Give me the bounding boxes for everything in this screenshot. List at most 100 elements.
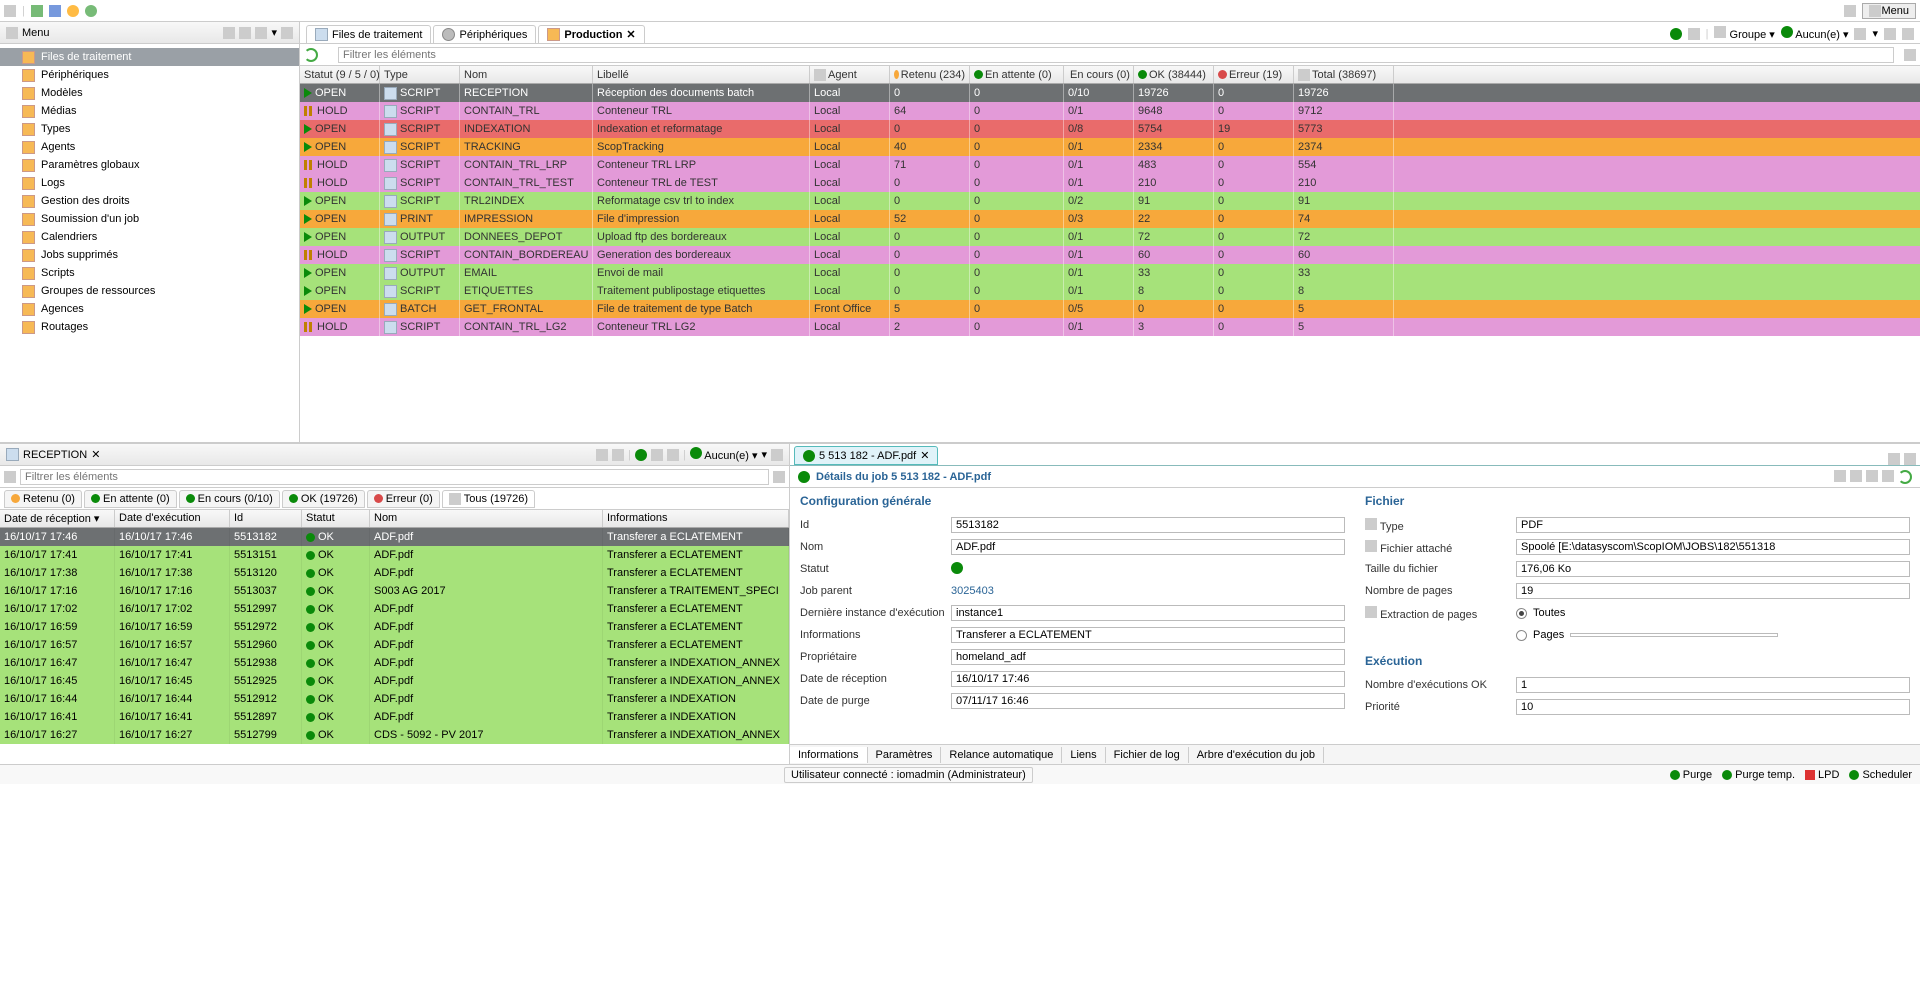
menu-icon[interactable]: ▾ <box>1872 27 1878 40</box>
close-icon[interactable]: ✕ <box>920 449 929 462</box>
expand-icon[interactable] <box>239 27 251 39</box>
detail-tab-4[interactable]: Fichier de log <box>1106 747 1189 763</box>
job-row[interactable]: 16/10/17 16:4416/10/17 16:445512912OKADF… <box>0 690 789 708</box>
tool-icon[interactable] <box>596 449 608 461</box>
radio-pages[interactable] <box>1516 630 1527 641</box>
aucun-dropdown[interactable]: Aucun(e) ▾ <box>690 447 758 462</box>
nav-item[interactable]: Agents <box>0 138 299 156</box>
job-row[interactable]: 16/10/17 16:4116/10/17 16:415512897OKADF… <box>0 708 789 726</box>
col-date-recep[interactable]: Date de réception ▾ <box>0 510 115 527</box>
col-date-exec[interactable]: Date d'exécution <box>115 510 230 527</box>
nav-item[interactable]: Calendriers <box>0 228 299 246</box>
tab-attente[interactable]: En attente (0) <box>84 490 177 508</box>
nav-item[interactable]: Agences <box>0 300 299 318</box>
tool-icon-2[interactable] <box>49 5 61 17</box>
grid-row[interactable]: OPENOUTPUTDONNEES_DEPOTUpload ftp des bo… <box>300 228 1920 246</box>
search-icon[interactable] <box>4 471 16 483</box>
link-icon[interactable] <box>255 27 267 39</box>
edit-icon[interactable] <box>1904 49 1916 61</box>
tab-ok[interactable]: OK (19726) <box>282 490 365 508</box>
collapse-icon[interactable] <box>223 27 235 39</box>
col-type[interactable]: Type <box>380 66 460 83</box>
close-icon[interactable]: ✕ <box>91 448 100 461</box>
job-row[interactable]: 16/10/17 17:0216/10/17 17:025512997OKADF… <box>0 600 789 618</box>
parent-link[interactable]: 3025403 <box>951 585 994 597</box>
detail-tab-1[interactable]: Paramètres <box>868 747 942 763</box>
layout-icon[interactable] <box>1844 5 1856 17</box>
nav-item[interactable]: Paramètres globaux <box>0 156 299 174</box>
col-nom[interactable]: Nom <box>460 66 593 83</box>
tool-icon[interactable] <box>1882 470 1894 482</box>
tool-icon[interactable] <box>1854 28 1866 40</box>
nav-item[interactable]: Modèles <box>0 84 299 102</box>
job-row[interactable]: 16/10/17 17:4116/10/17 17:415513151OKADF… <box>0 546 789 564</box>
tool-icon-1[interactable] <box>31 5 43 17</box>
nav-item[interactable]: Scripts <box>0 264 299 282</box>
col-total[interactable]: Total (38697) <box>1294 66 1394 83</box>
detail-tab[interactable]: 5 513 182 - ADF.pdf ✕ <box>794 446 938 465</box>
col-nom[interactable]: Nom <box>370 510 603 527</box>
detail-tab-3[interactable]: Liens <box>1062 747 1105 763</box>
tool-icon[interactable] <box>1866 470 1878 482</box>
grid-row[interactable]: OPENSCRIPTRECEPTIONRéception des documen… <box>300 84 1920 102</box>
col-retenu[interactable]: Retenu (234) <box>890 66 970 83</box>
grid-row[interactable]: HOLDSCRIPTCONTAIN_BORDEREAUGeneration de… <box>300 246 1920 264</box>
nav-item[interactable]: Gestion des droits <box>0 192 299 210</box>
nav-item[interactable]: Périphériques <box>0 66 299 84</box>
tool-icon[interactable] <box>667 449 679 461</box>
tab-files[interactable]: Files de traitement <box>306 25 431 43</box>
grid-row[interactable]: OPENSCRIPTTRACKINGScopTrackingLocal4000/… <box>300 138 1920 156</box>
col-erreur[interactable]: Erreur (19) <box>1214 66 1294 83</box>
nav-item[interactable]: Types <box>0 120 299 138</box>
tab-tous[interactable]: Tous (19726) <box>442 490 535 508</box>
refresh-icon[interactable] <box>85 5 97 17</box>
nav-item[interactable]: Soumission d'un job <box>0 210 299 228</box>
col-attente[interactable]: En attente (0) <box>970 66 1064 83</box>
maximize-icon[interactable] <box>1902 28 1914 40</box>
grid-row[interactable]: HOLDSCRIPTCONTAIN_TRL_LRPConteneur TRL L… <box>300 156 1920 174</box>
maximize-icon[interactable] <box>771 449 783 461</box>
grid-row[interactable]: OPENPRINTIMPRESSIONFile d'impressionLoca… <box>300 210 1920 228</box>
job-row[interactable]: 16/10/17 17:1616/10/17 17:165513037OKS00… <box>0 582 789 600</box>
grid-row[interactable]: HOLDSCRIPTCONTAIN_TRL_LG2Conteneur TRL L… <box>300 318 1920 336</box>
minimize-icon[interactable] <box>281 27 293 39</box>
tab-erreur[interactable]: Erreur (0) <box>367 490 440 508</box>
grid-row[interactable]: OPENOUTPUTEMAILEnvoi de mailLocal000/133… <box>300 264 1920 282</box>
job-row[interactable]: 16/10/17 16:4516/10/17 16:455512925OKADF… <box>0 672 789 690</box>
jobs-filter-input[interactable] <box>20 469 769 485</box>
col-id[interactable]: Id <box>230 510 302 527</box>
group-dropdown[interactable]: Groupe ▾ <box>1714 26 1774 41</box>
grid-row[interactable]: OPENSCRIPTETIQUETTESTraitement publipost… <box>300 282 1920 300</box>
detail-tab-5[interactable]: Arbre d'exécution du job <box>1189 747 1324 763</box>
grid-row[interactable]: HOLDSCRIPTCONTAIN_TRL_TESTConteneur TRL … <box>300 174 1920 192</box>
play-icon[interactable] <box>1670 28 1682 40</box>
detail-tab-0[interactable]: Informations <box>790 747 868 763</box>
refresh-button[interactable] <box>1898 470 1912 484</box>
tool-icon[interactable] <box>1850 470 1862 482</box>
nav-item[interactable]: Logs <box>0 174 299 192</box>
detail-tab-2[interactable]: Relance automatique <box>941 747 1062 763</box>
aucun-dropdown[interactable]: Aucun(e) ▾ <box>1781 26 1849 41</box>
close-icon[interactable]: ✕ <box>626 28 635 41</box>
play-icon[interactable] <box>635 449 647 461</box>
grid-row[interactable]: OPENSCRIPTINDEXATIONIndexation et reform… <box>300 120 1920 138</box>
maximize-icon[interactable] <box>1904 453 1916 465</box>
col-ok[interactable]: OK (38444) <box>1134 66 1214 83</box>
radio-toutes[interactable] <box>1516 608 1527 619</box>
nav-item[interactable]: Groupes de ressources <box>0 282 299 300</box>
help-icon[interactable] <box>67 5 79 17</box>
tool-icon[interactable] <box>612 449 624 461</box>
job-row[interactable]: 16/10/17 16:2716/10/17 16:275512799OKCDS… <box>0 726 789 744</box>
pause-icon[interactable] <box>1688 28 1700 40</box>
tab-cours[interactable]: En cours (0/10) <box>179 490 280 508</box>
job-row[interactable]: 16/10/17 16:4716/10/17 16:475512938OKADF… <box>0 654 789 672</box>
nav-item[interactable]: Médias <box>0 102 299 120</box>
job-row[interactable]: 16/10/17 16:5916/10/17 16:595512972OKADF… <box>0 618 789 636</box>
col-libelle[interactable]: Libellé <box>593 66 810 83</box>
grid-row[interactable]: OPENBATCHGET_FRONTALFile de traitement d… <box>300 300 1920 318</box>
refresh-button[interactable] <box>304 48 318 62</box>
tool-icon[interactable] <box>651 449 663 461</box>
tab-production[interactable]: Production ✕ <box>538 25 644 43</box>
col-agent[interactable]: Agent <box>810 66 890 83</box>
app-icon[interactable] <box>4 5 16 17</box>
